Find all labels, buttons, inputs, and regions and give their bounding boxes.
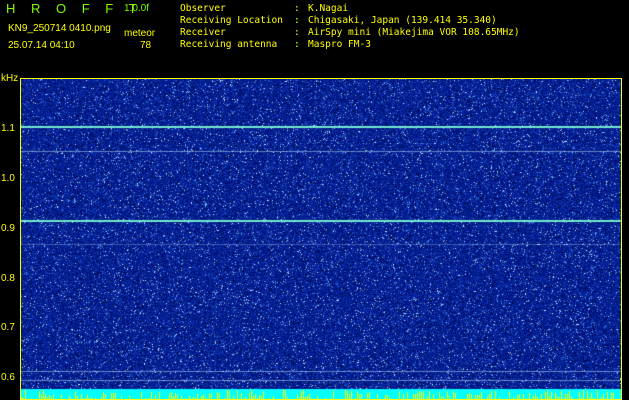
waterfall-spectrogram[interactable] — [20, 78, 622, 400]
info-key: Receiver — [180, 27, 226, 38]
y-tick-label: 0.8 — [1, 273, 15, 284]
y-tick-label: 0.9 — [1, 223, 15, 234]
y-tick-label: 1.1 — [1, 123, 15, 134]
info-value: AirSpy mini (Miakejima VOR 108.65MHz) — [308, 27, 520, 38]
observation-info: Observer: K.Nagai Receiving Location: Chig… — [180, 3, 520, 51]
info-key: Observer — [180, 3, 226, 14]
app-title: H R O F F T — [6, 1, 143, 16]
info-value: Chigasaki, Japan (139.414 35.340) — [308, 15, 497, 26]
info-value: Maspro FM-3 — [308, 39, 371, 50]
meteor-count: 78 — [140, 40, 152, 51]
info-key: Receiving Location — [180, 15, 283, 26]
y-tick-label: 0.6 — [1, 372, 15, 383]
y-tick-label: 0.7 — [1, 322, 15, 333]
info-key: Receiving antenna — [180, 39, 278, 50]
y-tick-label: 1.0 — [1, 173, 15, 184]
info-row-receiver: Receiver: AirSpy mini (Miakejima VOR 108.… — [180, 27, 520, 38]
spectrogram-canvas — [21, 79, 621, 399]
meteor-label: meteor — [124, 28, 156, 39]
info-row-location: Receiving Location: Chigasaki, Japan (139… — [180, 15, 497, 26]
info-row-observer: Observer: K.Nagai — [180, 3, 349, 14]
info-value: K.Nagai — [308, 3, 349, 14]
date-time: 25.07.14 04:10 — [8, 40, 75, 51]
y-axis-unit: kHz — [1, 73, 19, 84]
header-panel: H R O F F T 1.0.0f KN9_250714 0410.png 2… — [0, 0, 629, 75]
version-label: 1.0.0f — [124, 3, 150, 14]
info-row-antenna: Receiving antenna: Maspro FM-3 — [180, 39, 371, 50]
file-name: KN9_250714 0410.png — [8, 23, 111, 34]
